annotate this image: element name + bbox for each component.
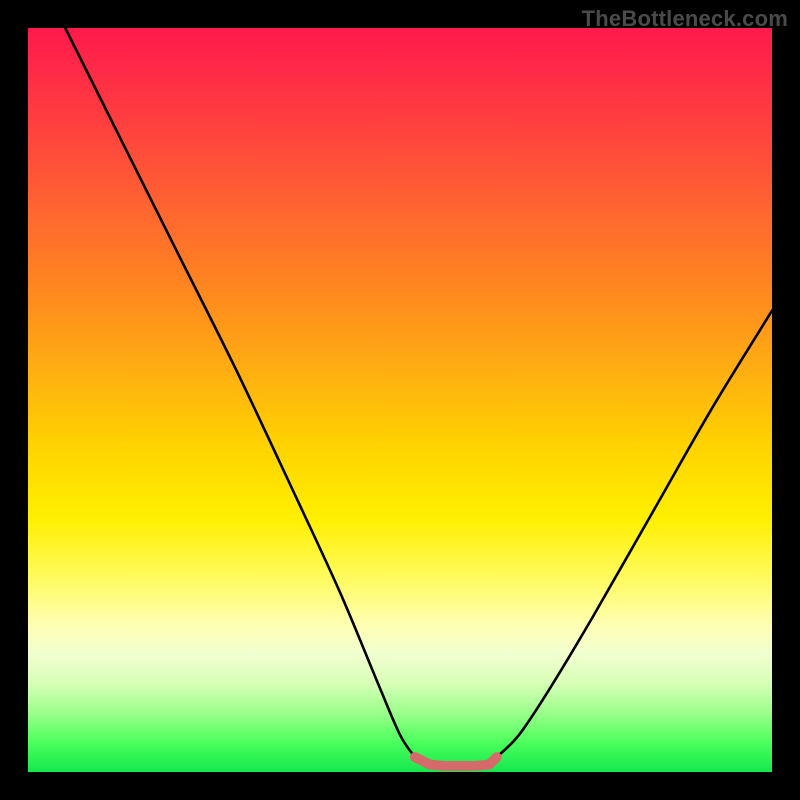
curve-svg: [28, 28, 772, 772]
right-branch-curve: [497, 311, 772, 757]
left-branch-curve: [65, 28, 415, 757]
plot-area: [28, 28, 772, 772]
bottom-marker-segment: [415, 757, 497, 766]
chart-frame: TheBottleneck.com: [0, 0, 800, 800]
